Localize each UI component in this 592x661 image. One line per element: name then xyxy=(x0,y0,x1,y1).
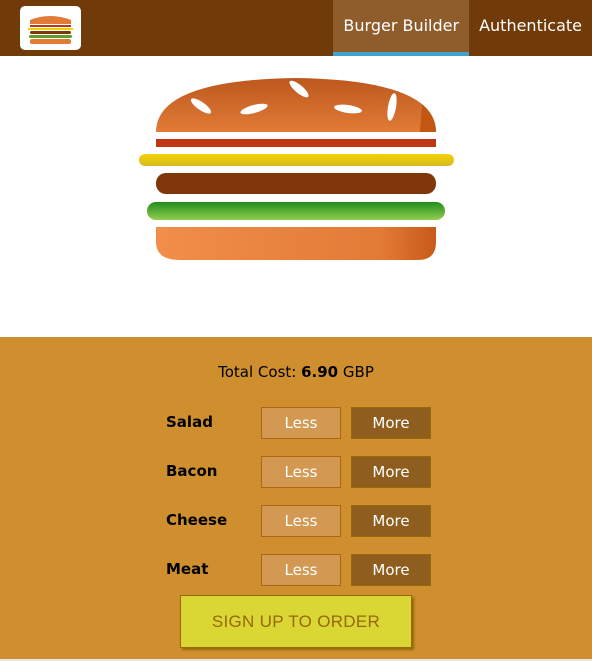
meat-more-button[interactable]: More xyxy=(351,554,431,586)
toolbar: Burger Builder Authenticate xyxy=(0,0,592,56)
cheese-more-button[interactable]: More xyxy=(351,505,431,537)
total-cost: Total Cost: 6.90 GBP xyxy=(0,363,592,381)
sign-up-to-order-button[interactable]: SIGN UP TO ORDER xyxy=(180,595,412,648)
bread-top xyxy=(156,78,436,132)
salad-more-button[interactable]: More xyxy=(351,407,431,439)
bacon-more-button[interactable]: More xyxy=(351,456,431,488)
cheese xyxy=(139,154,454,166)
burger-logo-icon[interactable] xyxy=(20,6,81,50)
cheese-less-button[interactable]: Less xyxy=(261,505,341,537)
salad-less-button[interactable]: Less xyxy=(261,407,341,439)
nav-authenticate[interactable]: Authenticate xyxy=(469,0,592,56)
bacon xyxy=(156,139,436,147)
total-label: Total Cost: xyxy=(218,363,297,381)
ingredient-label: Cheese xyxy=(166,511,228,529)
ingredient-label: Bacon xyxy=(166,462,218,480)
meat xyxy=(156,173,436,194)
meat-less-button[interactable]: Less xyxy=(261,554,341,586)
burger-preview xyxy=(0,56,592,337)
main-nav: Burger Builder Authenticate xyxy=(333,0,592,56)
build-controls: Total Cost: 6.90 GBP Salad Less More Bac… xyxy=(0,337,592,659)
ingredient-label: Meat xyxy=(166,560,209,578)
nav-burger-builder[interactable]: Burger Builder xyxy=(333,0,470,56)
bacon-less-button[interactable]: Less xyxy=(261,456,341,488)
ingredient-label: Salad xyxy=(166,413,213,431)
total-value: 6.90 xyxy=(301,363,339,381)
total-currency: GBP xyxy=(342,363,374,381)
salad xyxy=(147,202,445,220)
bread-bottom xyxy=(156,227,436,260)
